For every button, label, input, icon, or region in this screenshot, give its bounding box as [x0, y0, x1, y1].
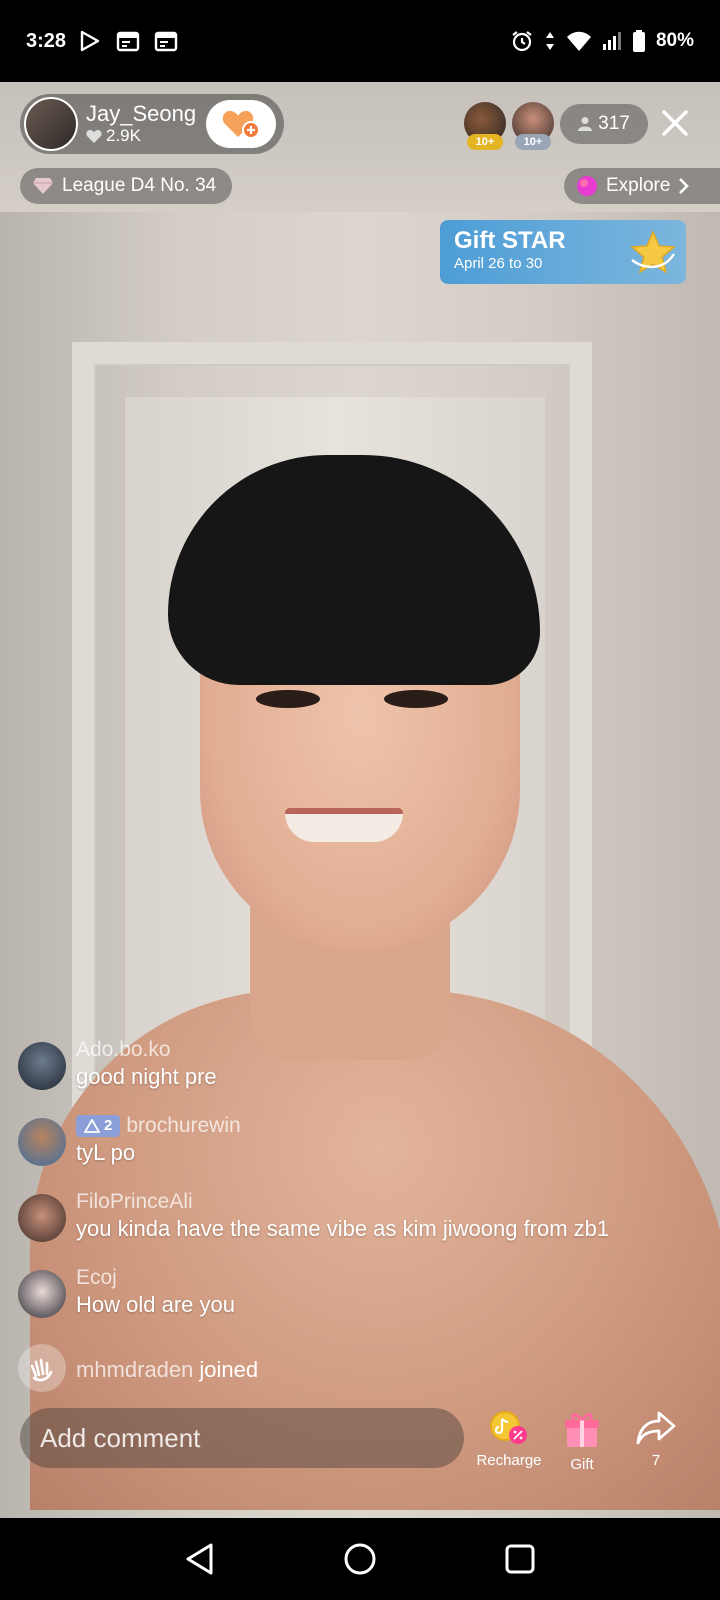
comment-item[interactable]: 2 brochurewin tyL po: [18, 1114, 708, 1190]
battery-icon: [632, 30, 645, 52]
recharge-label: Recharge: [476, 1452, 542, 1469]
host-likes-count: 2.9K: [106, 126, 141, 145]
gift-button[interactable]: Gift: [540, 1410, 624, 1473]
close-button[interactable]: [658, 106, 692, 140]
gift-label: Gift: [570, 1456, 594, 1473]
gift-star-banner[interactable]: Gift STAR April 26 to 30: [440, 220, 686, 284]
person-icon: [578, 117, 593, 131]
chevron-right-icon: [679, 178, 690, 194]
comment-username[interactable]: FiloPrinceAli: [76, 1190, 708, 1214]
joined-username[interactable]: mhmdraden: [76, 1357, 193, 1383]
commenter-avatar[interactable]: [18, 1270, 66, 1318]
comment-username[interactable]: Ecoj: [76, 1266, 708, 1290]
host-avatar[interactable]: [24, 97, 78, 151]
viewer-count-pill[interactable]: 317: [560, 104, 648, 144]
streamer-eye-left: [256, 690, 320, 708]
comment-text: How old are you: [76, 1292, 235, 1317]
system-nav-bar: [0, 1518, 720, 1600]
level-badge: 2: [76, 1115, 121, 1137]
comment-input[interactable]: Add comment: [20, 1408, 464, 1468]
commenter-avatar[interactable]: [18, 1042, 66, 1090]
follow-button[interactable]: [206, 100, 276, 148]
home-icon[interactable]: [343, 1542, 377, 1576]
wifi-icon: [566, 31, 591, 51]
close-icon: [662, 110, 688, 136]
triangle-level-icon: [84, 1119, 100, 1133]
share-button[interactable]: 7: [614, 1410, 698, 1469]
star-icon: [630, 230, 676, 274]
comment-text: good night pre: [76, 1064, 217, 1089]
play-store-icon: [80, 30, 100, 52]
back-icon[interactable]: [184, 1542, 216, 1576]
host-info-pill[interactable]: Jay_Seong 2.9K: [20, 94, 284, 154]
status-time: 3:28: [26, 29, 67, 52]
explore-icon: [577, 176, 597, 196]
coin-discount-icon: [490, 1411, 527, 1444]
status-bar: 3:28 80%: [0, 0, 720, 82]
streamer-mouth: [285, 808, 403, 842]
viewer-count: 317: [598, 113, 630, 134]
viewer-rank-badge: 10+: [515, 134, 551, 150]
top-viewer-avatar[interactable]: 10+: [464, 102, 506, 150]
wave-hand-icon: [30, 1358, 53, 1382]
comment-feed: Ado.bo.ko good night pre 2 brochurewin t…: [18, 1038, 708, 1398]
streamer-eye-right: [384, 690, 448, 708]
share-arrow-icon: [636, 1411, 676, 1445]
data-arrows-icon: [545, 32, 554, 50]
share-count: 7: [651, 1452, 661, 1469]
streamer-hair-fringe: [220, 560, 500, 630]
comment-user-row: 2 brochurewin: [76, 1114, 708, 1138]
explore-button[interactable]: Explore: [564, 168, 720, 204]
wave-badge: [18, 1344, 66, 1392]
recents-icon[interactable]: [504, 1543, 536, 1575]
join-notification: mhmdraden joined: [18, 1342, 708, 1398]
recharge-button[interactable]: Recharge: [467, 1410, 551, 1469]
level-number: 2: [104, 1117, 113, 1134]
diamond-icon: [33, 178, 53, 194]
comment-item[interactable]: FiloPrinceAli you kinda have the same vi…: [18, 1190, 708, 1266]
comment-username[interactable]: Ado.bo.ko: [76, 1038, 708, 1062]
battery-percent: 80%: [655, 30, 694, 51]
comment-username[interactable]: brochurewin: [126, 1114, 240, 1138]
viewer-rank-badge: 10+: [467, 134, 503, 150]
comment-item[interactable]: Ado.bo.ko good night pre: [18, 1038, 708, 1114]
host-likes: 2.9K: [86, 126, 196, 146]
commenter-avatar[interactable]: [18, 1194, 66, 1242]
calendar-icon: [154, 31, 178, 52]
calendar-icon: [116, 31, 140, 52]
commenter-avatar[interactable]: [18, 1118, 66, 1166]
comment-text: you kinda have the same vibe as kim jiwo…: [76, 1216, 610, 1241]
signal-icon: [602, 32, 621, 50]
gift-box-icon: [565, 1413, 599, 1447]
alarm-icon: [512, 31, 532, 52]
league-label: League D4 No. 34: [62, 175, 217, 196]
explore-label: Explore: [606, 175, 671, 196]
comment-text: tyL po: [76, 1140, 136, 1165]
heart-plus-icon: [222, 110, 260, 139]
top-viewer-avatar[interactable]: 10+: [512, 102, 554, 150]
top-viewers[interactable]: 10+ 10+: [464, 102, 554, 150]
heart-icon: [86, 129, 102, 143]
league-pill[interactable]: League D4 No. 34: [20, 168, 233, 204]
comment-item[interactable]: Ecoj How old are you: [18, 1266, 708, 1342]
host-name: Jay_Seong: [86, 101, 197, 126]
joined-text: joined: [199, 1357, 259, 1382]
